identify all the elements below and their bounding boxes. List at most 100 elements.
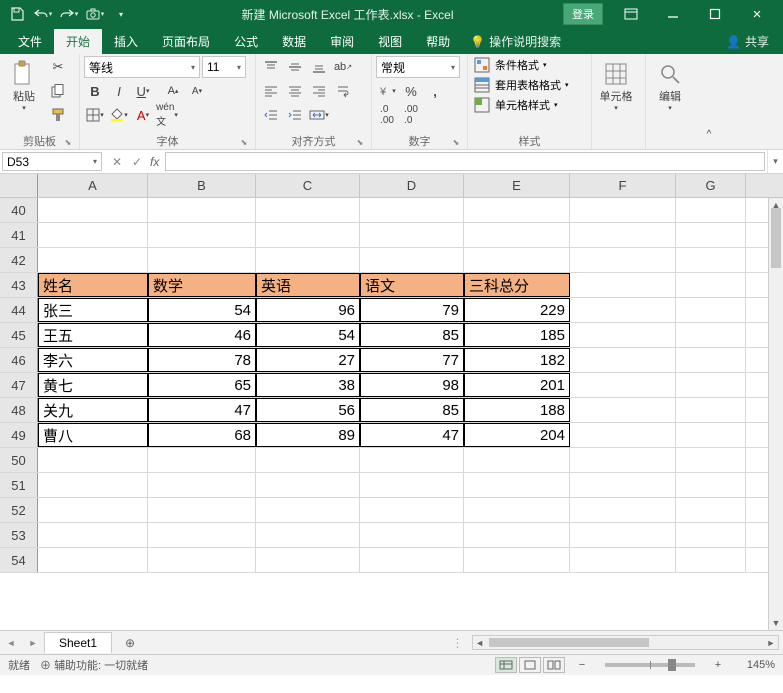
- cell[interactable]: [256, 548, 360, 572]
- increase-indent-icon[interactable]: [284, 104, 306, 126]
- tab-view[interactable]: 视图: [366, 29, 414, 54]
- cell[interactable]: 201: [464, 373, 570, 397]
- cell[interactable]: [570, 348, 676, 372]
- column-header[interactable]: E: [464, 174, 570, 197]
- cell[interactable]: [570, 273, 676, 297]
- copy-icon[interactable]: [47, 80, 69, 102]
- sheet-nav-next-icon[interactable]: ►: [24, 634, 42, 652]
- tab-insert[interactable]: 插入: [102, 29, 150, 54]
- cell[interactable]: [676, 473, 746, 497]
- cell-styles-button[interactable]: 单元格样式▾: [472, 96, 560, 114]
- format-painter-icon[interactable]: [47, 104, 69, 126]
- cell[interactable]: [256, 498, 360, 522]
- cell[interactable]: [360, 248, 464, 272]
- sheet-nav-prev-icon[interactable]: ◄: [2, 634, 20, 652]
- cell[interactable]: [38, 523, 148, 547]
- column-header[interactable]: C: [256, 174, 360, 197]
- cell[interactable]: [570, 223, 676, 247]
- cell[interactable]: [256, 223, 360, 247]
- cell[interactable]: [570, 548, 676, 572]
- scroll-right-icon[interactable]: ►: [764, 636, 778, 649]
- zoom-knob[interactable]: [668, 659, 676, 671]
- cut-icon[interactable]: ✂: [47, 56, 69, 78]
- cell[interactable]: [360, 498, 464, 522]
- zoom-level[interactable]: 145%: [735, 659, 775, 671]
- row-header[interactable]: 45: [0, 323, 38, 347]
- accessibility-status[interactable]: ⊕ 辅助功能: 一切就绪: [40, 657, 148, 673]
- cell[interactable]: [676, 223, 746, 247]
- cell[interactable]: 188: [464, 398, 570, 422]
- cell[interactable]: 182: [464, 348, 570, 372]
- ribbon-display-icon[interactable]: [611, 3, 651, 25]
- cell[interactable]: 李六: [38, 348, 148, 372]
- percent-icon[interactable]: %: [400, 80, 422, 102]
- cell[interactable]: 96: [256, 298, 360, 322]
- cell[interactable]: 65: [148, 373, 256, 397]
- row-header[interactable]: 51: [0, 473, 38, 497]
- cell[interactable]: [360, 548, 464, 572]
- align-bottom-icon[interactable]: [308, 56, 330, 78]
- cells-button[interactable]: 单元格▾: [596, 56, 636, 116]
- view-page-break-icon[interactable]: [543, 657, 565, 673]
- font-color-button[interactable]: A▾: [132, 104, 154, 126]
- cell[interactable]: 王五: [38, 323, 148, 347]
- align-right-icon[interactable]: [308, 80, 330, 102]
- save-icon[interactable]: [6, 3, 28, 25]
- cell[interactable]: [570, 448, 676, 472]
- login-button[interactable]: 登录: [563, 3, 603, 25]
- cell[interactable]: [570, 398, 676, 422]
- tab-data[interactable]: 数据: [270, 29, 318, 54]
- cell[interactable]: 关九: [38, 398, 148, 422]
- cell[interactable]: 78: [148, 348, 256, 372]
- fill-color-button[interactable]: ▾: [108, 104, 130, 126]
- view-page-layout-icon[interactable]: [519, 657, 541, 673]
- tab-file[interactable]: 文件: [6, 29, 54, 54]
- cell[interactable]: [148, 548, 256, 572]
- cell[interactable]: 47: [148, 398, 256, 422]
- undo-icon[interactable]: ▾: [32, 3, 54, 25]
- cell[interactable]: 85: [360, 323, 464, 347]
- cell[interactable]: 38: [256, 373, 360, 397]
- cell[interactable]: [38, 498, 148, 522]
- cell[interactable]: [148, 198, 256, 222]
- cell[interactable]: [38, 473, 148, 497]
- cell[interactable]: [464, 198, 570, 222]
- cell[interactable]: [570, 473, 676, 497]
- cell[interactable]: [148, 473, 256, 497]
- row-header[interactable]: 41: [0, 223, 38, 247]
- cell[interactable]: [464, 248, 570, 272]
- cell[interactable]: [570, 423, 676, 447]
- row-header[interactable]: 52: [0, 498, 38, 522]
- cell[interactable]: [570, 523, 676, 547]
- cell[interactable]: [464, 223, 570, 247]
- tab-home[interactable]: 开始: [54, 29, 102, 54]
- cell[interactable]: [570, 373, 676, 397]
- align-left-icon[interactable]: [260, 80, 282, 102]
- cell[interactable]: [570, 298, 676, 322]
- cell[interactable]: 数学: [148, 273, 256, 297]
- redo-icon[interactable]: ▾: [58, 3, 80, 25]
- row-header[interactable]: 40: [0, 198, 38, 222]
- cell[interactable]: [38, 223, 148, 247]
- cell[interactable]: 54: [148, 298, 256, 322]
- align-top-icon[interactable]: [260, 56, 282, 78]
- number-format-combo[interactable]: 常规▾: [376, 56, 460, 78]
- cell[interactable]: 89: [256, 423, 360, 447]
- row-header[interactable]: 53: [0, 523, 38, 547]
- cell[interactable]: [676, 423, 746, 447]
- cell[interactable]: [360, 223, 464, 247]
- cell[interactable]: [256, 448, 360, 472]
- cell[interactable]: [256, 248, 360, 272]
- column-header[interactable]: A: [38, 174, 148, 197]
- cell[interactable]: 56: [256, 398, 360, 422]
- borders-button[interactable]: ▾: [84, 104, 106, 126]
- cell[interactable]: [38, 198, 148, 222]
- row-header[interactable]: 46: [0, 348, 38, 372]
- cell[interactable]: [148, 248, 256, 272]
- font-launcher-icon[interactable]: ⬊: [239, 138, 249, 148]
- format-as-table-button[interactable]: 套用表格格式▾: [472, 76, 571, 94]
- cell[interactable]: [360, 198, 464, 222]
- cell[interactable]: 204: [464, 423, 570, 447]
- cell[interactable]: [256, 198, 360, 222]
- row-header[interactable]: 49: [0, 423, 38, 447]
